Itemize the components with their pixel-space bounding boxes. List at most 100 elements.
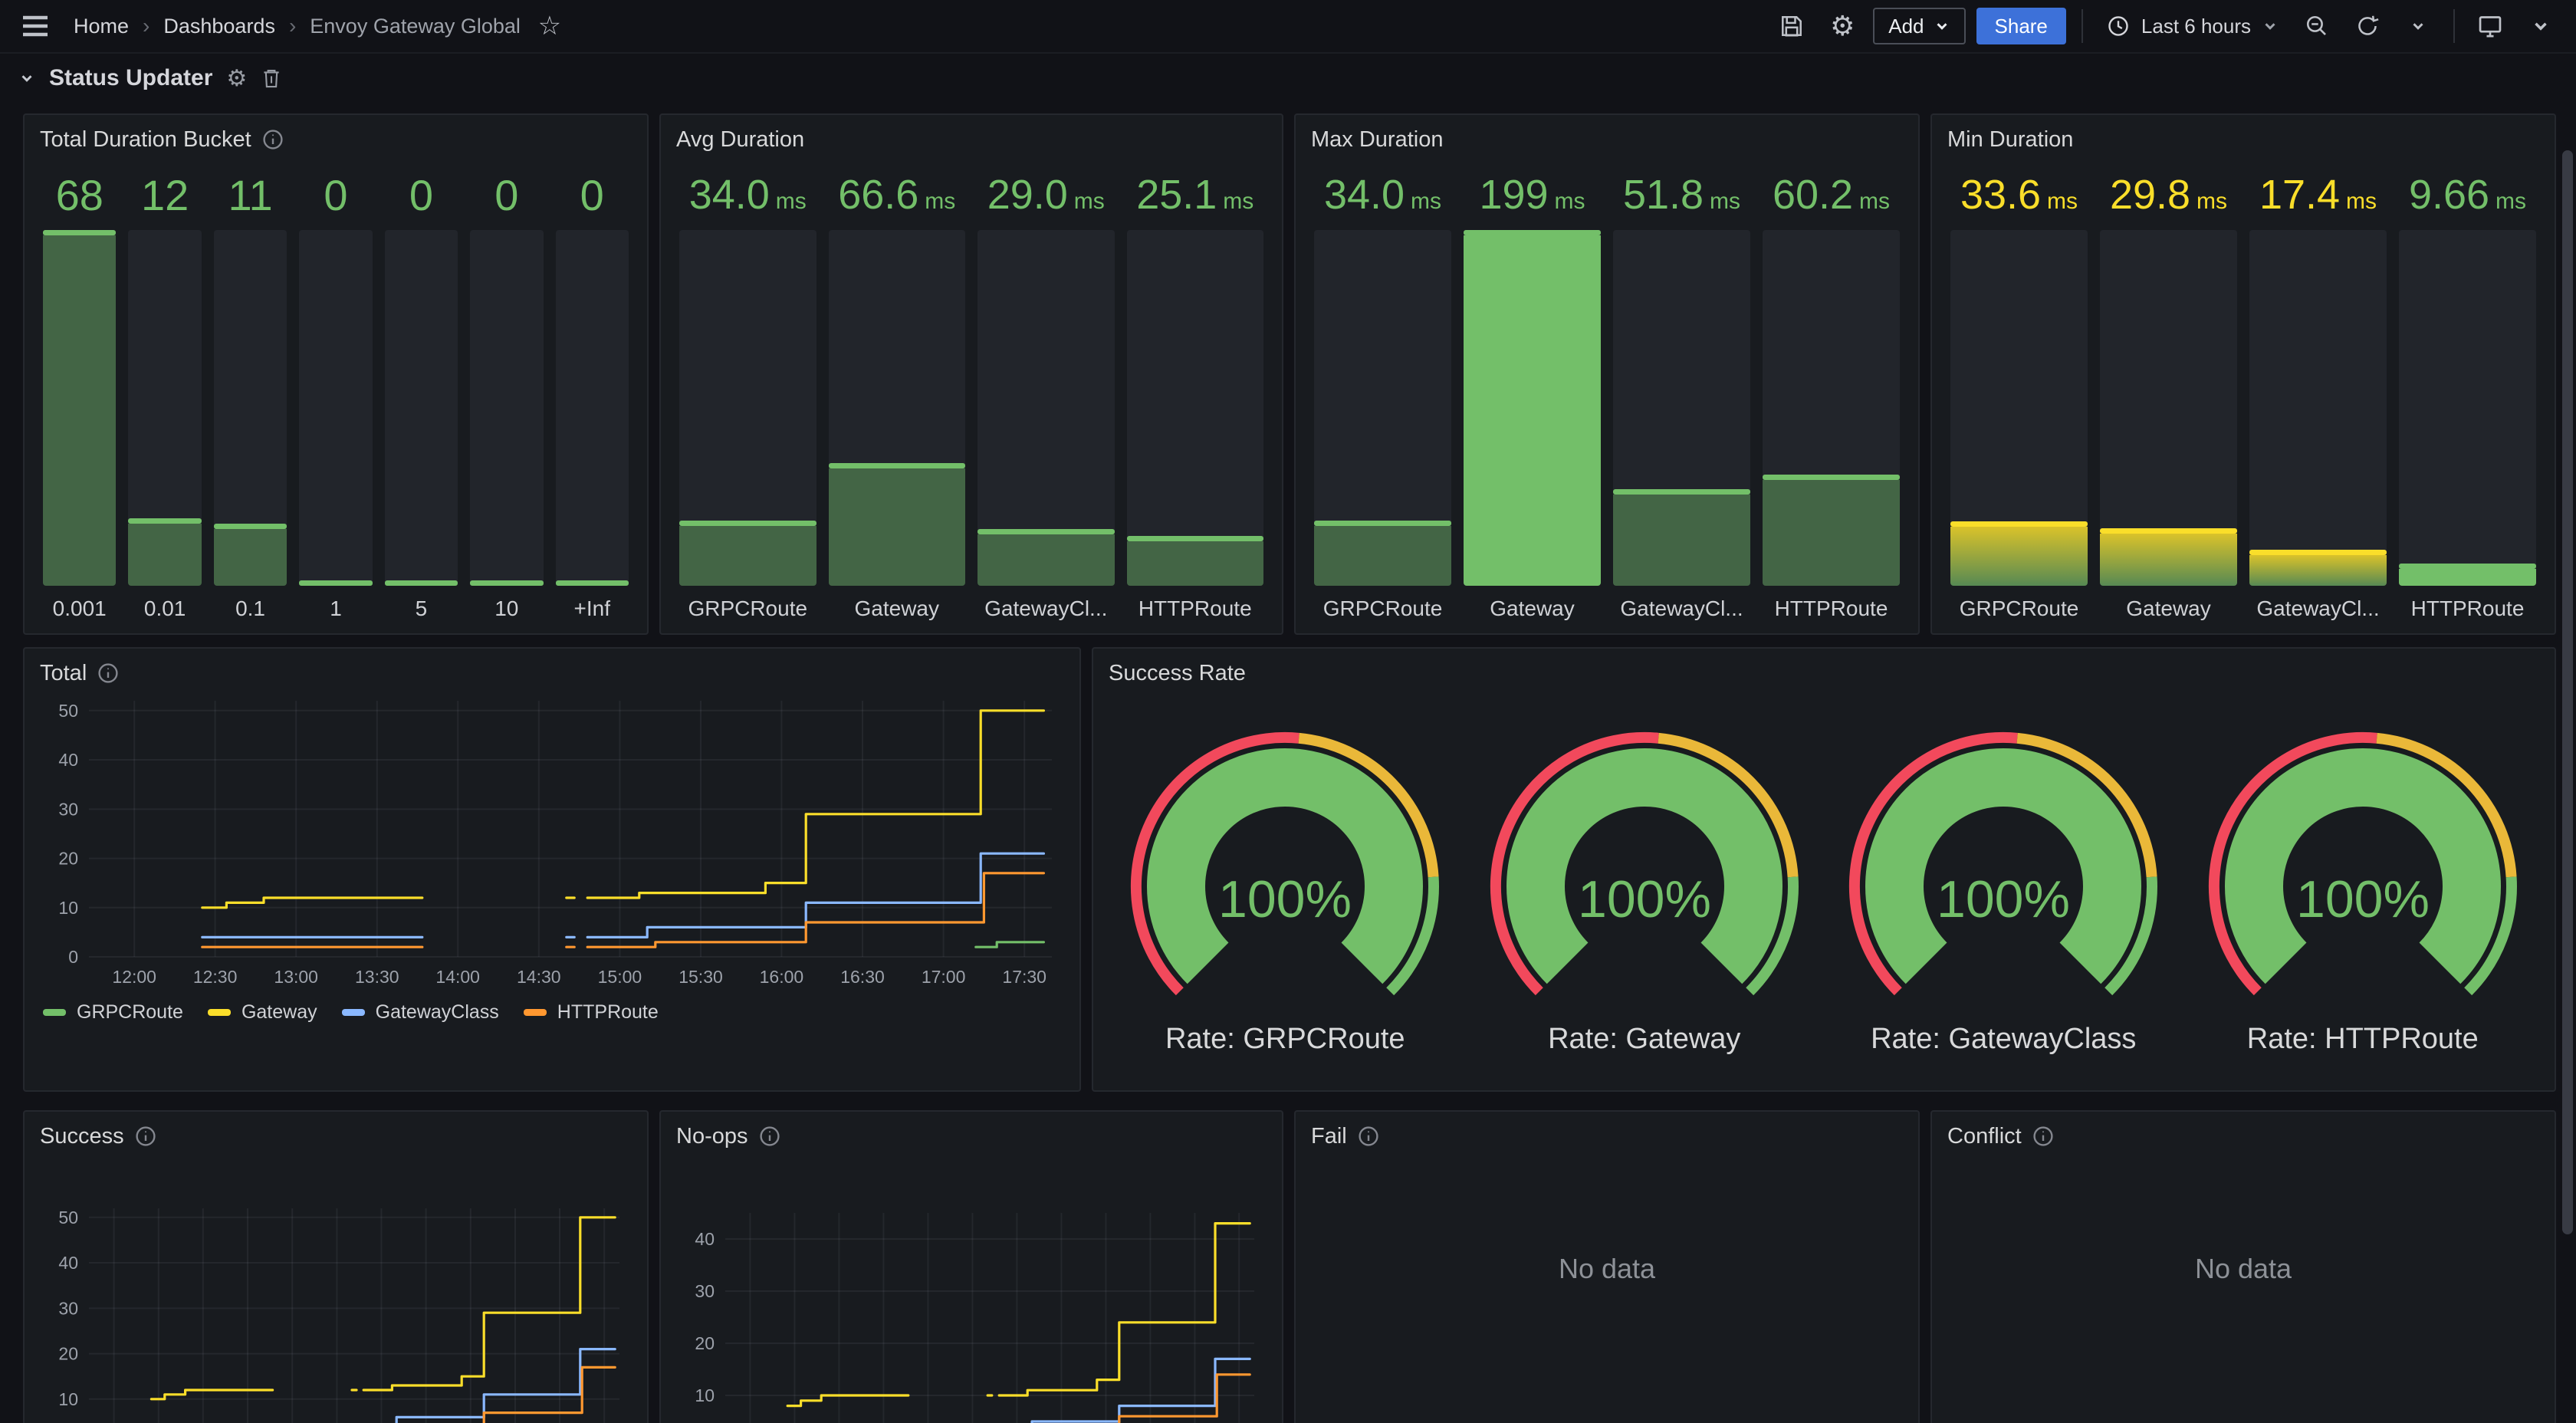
value-number: 199 [1479, 172, 1548, 218]
bar-gauge-bar[interactable] [978, 230, 1115, 586]
bar-gauge-bar[interactable] [556, 230, 629, 586]
series-httproute [587, 873, 1043, 947]
breadcrumb-dashboards[interactable]: Dashboards [163, 15, 275, 38]
bar-label: +Inf [556, 596, 629, 621]
panel-title[interactable]: Min Duration [1947, 127, 2073, 153]
dashboard-settings-gear-icon[interactable]: ⚙ [1822, 6, 1862, 46]
legend-item-gateway[interactable]: Gateway [208, 1001, 317, 1024]
bar-cap [214, 524, 287, 529]
kiosk-monitor-icon[interactable] [2470, 6, 2510, 46]
panel-title[interactable]: Success Rate [1109, 661, 1246, 686]
bar-gauge-value: 12 [128, 170, 201, 220]
bar-gauge-bar[interactable] [2249, 230, 2387, 586]
chart-area: 12:0012:3013:0013:3014:0014:3015:0015:30… [661, 1156, 1282, 1423]
value-number: 0 [409, 171, 433, 219]
time-series-chart[interactable]: 12:0012:3013:0013:3014:0014:3015:0015:30… [43, 1159, 632, 1423]
collapse-toolbar-chevron-icon[interactable] [2521, 6, 2561, 46]
bar-cap [556, 580, 629, 586]
bar-gauge-bar[interactable] [679, 230, 816, 586]
bar-gauge-bar[interactable] [1950, 230, 2088, 586]
row-title[interactable]: Status Updater [49, 65, 212, 91]
panel-total-duration-bucket: Total Duration Bucket68121100000.0010.01… [23, 113, 649, 635]
bar-cap [1127, 536, 1264, 541]
legend-item-httproute[interactable]: HTTPRoute [524, 1001, 659, 1024]
panel-title[interactable]: Total Duration Bucket [40, 127, 251, 153]
save-icon[interactable] [1772, 6, 1812, 46]
add-button[interactable]: Add [1873, 8, 1965, 44]
row-collapse-chevron-icon[interactable] [18, 70, 35, 87]
panel-title[interactable]: Avg Duration [676, 127, 804, 153]
bar-gauge-bar[interactable] [43, 230, 116, 586]
legend-item-gatewayclass[interactable]: GatewayClass [342, 1001, 499, 1024]
info-icon[interactable] [135, 1126, 156, 1147]
info-icon[interactable] [2032, 1126, 2054, 1147]
time-series-chart[interactable]: 12:0012:3013:0013:3014:0014:3015:0015:30… [43, 696, 1064, 994]
bar-fill [829, 468, 966, 586]
bar-label: Gateway [2100, 596, 2237, 621]
bar-gauge-bar[interactable] [2399, 230, 2536, 586]
panel-title[interactable]: Success [40, 1124, 124, 1149]
panel-success: Success 12:0012:3013:0013:3014:0014:3015:… [23, 1110, 649, 1423]
gauge-label: Rate: GatewayClass [1871, 1023, 2136, 1056]
refresh-icon[interactable] [2348, 6, 2387, 46]
bar-fill [214, 529, 287, 586]
time-range-picker[interactable]: Last 6 hours [2098, 6, 2286, 46]
refresh-interval-chevron-icon[interactable] [2398, 6, 2438, 46]
bar-gauge-bar[interactable] [128, 230, 201, 586]
bar-gauge-bar[interactable] [1763, 230, 1900, 586]
legend-label: Gateway [242, 1001, 317, 1024]
bar-fill [1464, 235, 1601, 586]
bar-gauge-values: 34.0ms66.6ms29.0ms25.1ms [679, 159, 1263, 230]
legend-item-grpcroute[interactable]: GRPCRoute [43, 1001, 183, 1024]
menu-icon[interactable] [15, 6, 55, 46]
bar-gauge-bar[interactable] [1464, 230, 1601, 586]
bar-gauge-value: 11 [214, 170, 287, 220]
panel-title[interactable]: Fail [1311, 1124, 1347, 1149]
bar-label: 5 [385, 596, 458, 621]
series-grpcroute [976, 942, 1044, 947]
chevron-down-icon [2262, 18, 2279, 35]
share-button[interactable]: Share [1976, 8, 2066, 44]
panel-header: Success [25, 1112, 647, 1156]
zoom-out-icon[interactable] [2297, 6, 2337, 46]
panel-header: Max Duration [1296, 115, 1918, 159]
bar-gauge-bar[interactable] [2100, 230, 2237, 586]
favorite-star-icon[interactable]: ☆ [530, 6, 570, 46]
breadcrumb-home[interactable]: Home [74, 15, 129, 38]
panel-title[interactable]: Max Duration [1311, 127, 1443, 153]
x-axis-tick: 16:30 [840, 967, 885, 987]
info-icon[interactable] [97, 662, 119, 684]
bar-gauge-bar[interactable] [1127, 230, 1264, 586]
gauge-value: 100% [1218, 870, 1352, 928]
bar-gauge-bar[interactable] [470, 230, 543, 586]
row-settings-gear-icon[interactable]: ⚙ [226, 65, 247, 92]
legend-color-swatch [342, 1009, 365, 1016]
bar-gauge-value: 29.0ms [978, 171, 1115, 219]
bar-gauge-bar[interactable] [385, 230, 458, 586]
value-unit: ms [1859, 189, 1890, 214]
bar-gauge-bar[interactable] [299, 230, 372, 586]
bar-fill [1613, 495, 1750, 586]
bar-gauge-bar[interactable] [1314, 230, 1451, 586]
panel-title[interactable]: Conflict [1947, 1124, 2022, 1149]
panel-title[interactable]: Total [40, 661, 87, 686]
panel-title[interactable]: No-ops [676, 1124, 748, 1149]
series-httproute [999, 1375, 1250, 1423]
info-icon[interactable] [262, 129, 284, 150]
info-icon[interactable] [759, 1126, 780, 1147]
bar-gauge: 33.6ms29.8ms17.4ms9.66msGRPCRouteGateway… [1932, 159, 2555, 635]
bar-cap [679, 521, 816, 526]
bar-gauge-bar[interactable] [1613, 230, 1750, 586]
bar-gauge-bar[interactable] [214, 230, 287, 586]
page-scrollbar[interactable] [2562, 150, 2573, 1234]
panel-header: Min Duration [1932, 115, 2555, 159]
bar-cap [1763, 475, 1900, 480]
info-icon[interactable] [1358, 1126, 1379, 1147]
row-delete-trash-icon[interactable] [261, 67, 282, 90]
time-series-chart[interactable]: 12:0012:3013:0013:3014:0014:3015:0015:30… [679, 1159, 1267, 1423]
bar-fill [2399, 569, 2536, 586]
toolbar-divider [2082, 9, 2083, 43]
bar-cap [299, 580, 372, 586]
bar-cap [2100, 528, 2237, 534]
bar-gauge-bar[interactable] [829, 230, 966, 586]
